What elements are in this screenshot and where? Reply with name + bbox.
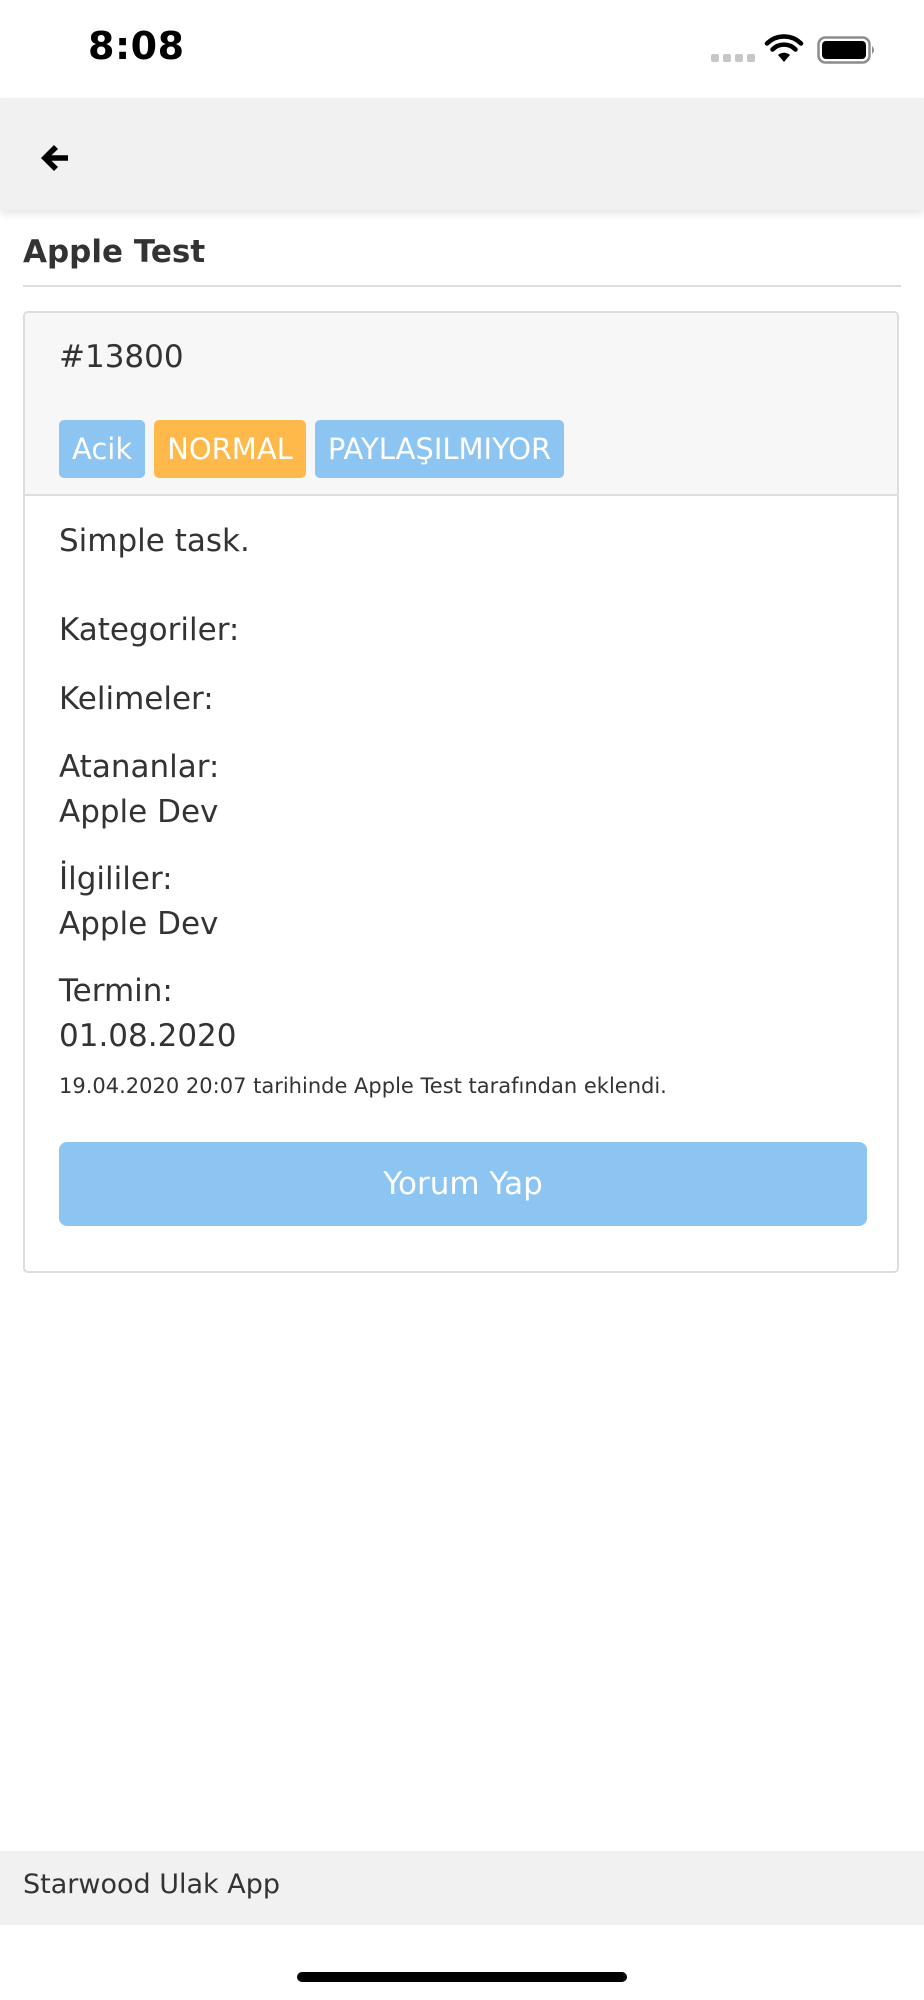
keywords-label: Kelimeler: [59,681,214,717]
deadline-label: Termin: [59,973,173,1009]
task-card-header: #13800 Acik NORMAL PAYLAŞILMIYOR [25,313,897,496]
categories-label: Kategoriler: [59,612,240,648]
sharing-badge: PAYLAŞILMIYOR [314,420,565,478]
priority-badge: NORMAL [154,420,306,478]
battery-icon [817,36,874,64]
home-indicator[interactable] [297,1972,627,1982]
status-time: 8:08 [88,24,185,68]
assignees-value: Apple Dev [59,794,219,830]
wifi-icon [764,34,804,62]
footer-app-name: Starwood Ulak App [23,1869,280,1900]
related-label: İlgililer: [59,861,173,897]
assignees-label: Atananlar: [59,749,220,785]
signal-dots-icon [711,54,755,62]
task-card: #13800 Acik NORMAL PAYLAŞILMIYOR Simple … [23,311,899,1273]
status-bar: 8:08 [0,0,924,98]
back-arrow-icon[interactable] [34,138,74,178]
added-info: 19.04.2020 20:07 tarihinde Apple Test ta… [59,1074,667,1098]
task-id: #13800 [59,339,184,375]
comment-button[interactable]: Yorum Yap [59,1142,867,1226]
deadline-value: 01.08.2020 [59,1018,237,1054]
related-value: Apple Dev [59,906,219,942]
status-badges: Acik NORMAL PAYLAŞILMIYOR [59,420,565,478]
footer: Starwood Ulak App [0,1851,924,1925]
task-description: Simple task. [59,523,250,559]
page-title: Apple Test [23,234,206,270]
status-badge: Acik [59,420,146,478]
title-divider [23,285,901,287]
nav-bar [0,98,924,210]
